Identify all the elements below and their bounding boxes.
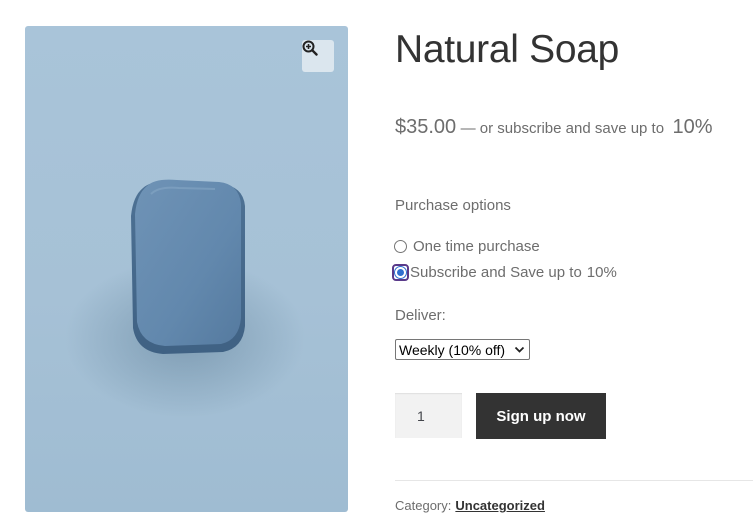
subscribe-radio-focus [392, 264, 409, 281]
subscribe-label: Subscribe and Save up to [410, 264, 582, 281]
one-time-radio[interactable] [394, 240, 407, 253]
zoom-in-icon [302, 40, 318, 56]
price-line: $35.00 — or subscribe and save up to 10% [395, 116, 713, 139]
category-label: Category: [395, 498, 452, 513]
category-link[interactable]: Uncategorized [455, 498, 545, 513]
purchase-options-label: Purchase options [395, 197, 511, 214]
quantity-input[interactable]: 1 [395, 393, 462, 438]
deliver-select[interactable]: Weekly (10% off) [395, 339, 530, 360]
zoom-button[interactable] [302, 40, 334, 72]
divider [395, 480, 753, 481]
option-one-time[interactable]: One time purchase [394, 238, 540, 255]
product-image[interactable] [25, 26, 348, 512]
product-page: Natural Soap $35.00 — or subscribe and s… [0, 0, 753, 531]
chevron-down-icon [514, 346, 525, 353]
quantity-value: 1 [417, 407, 425, 424]
price-amount: $35.00 [395, 116, 457, 138]
product-meta: Category: Uncategorized [395, 498, 545, 513]
price-subscribe-text: — or subscribe and save up to [460, 120, 665, 137]
deliver-label: Deliver: [395, 307, 446, 324]
subscribe-radio[interactable] [394, 266, 407, 279]
price-discount: 10% [672, 116, 713, 138]
one-time-label: One time purchase [413, 238, 540, 255]
option-subscribe[interactable]: Subscribe and Save up to 10% [392, 264, 617, 281]
product-title: Natural Soap [395, 28, 620, 71]
soap-illustration [65, 179, 305, 418]
deliver-selected-value: Weekly (10% off) [399, 341, 506, 358]
sign-up-button[interactable]: Sign up now [476, 393, 606, 439]
subscribe-discount: 10% [586, 264, 617, 281]
